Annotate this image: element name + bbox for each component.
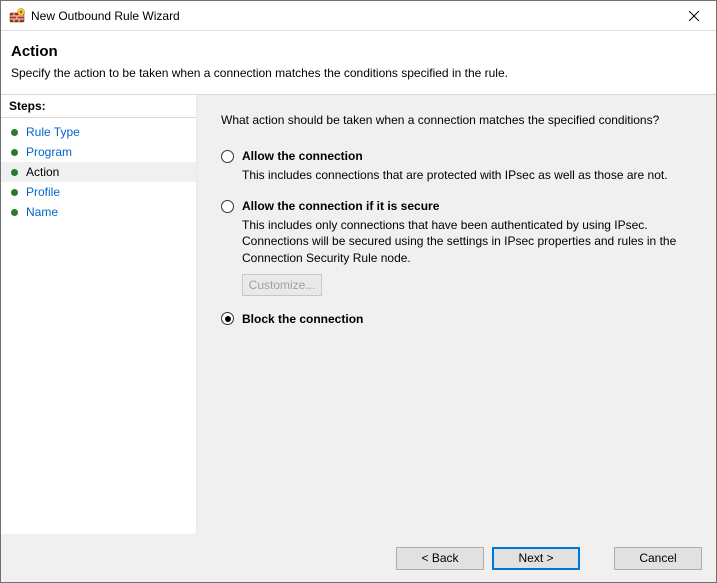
option-row[interactable]: Block the connection <box>221 312 684 326</box>
option-title: Allow the connection if it is secure <box>242 199 439 213</box>
step-label: Rule Type <box>26 125 80 139</box>
steps-sidebar: Steps: Rule Type Program Action Profile <box>1 95 197 534</box>
option-desc: This includes only connections that have… <box>242 217 682 266</box>
wizard-content: What action should be taken when a conne… <box>197 95 716 534</box>
wizard-footer: < Back Next > Cancel <box>1 534 716 582</box>
option-title: Allow the connection <box>242 149 363 163</box>
wizard-body: Steps: Rule Type Program Action Profile <box>1 95 716 534</box>
option-block: Block the connection <box>221 312 684 326</box>
step-rule-type[interactable]: Rule Type <box>1 122 196 142</box>
step-bullet-icon <box>11 189 18 196</box>
option-row[interactable]: Allow the connection <box>221 149 684 163</box>
wizard-header: Action Specify the action to be taken wh… <box>1 31 716 95</box>
window-title: New Outbound Rule Wizard <box>31 9 671 23</box>
option-title: Block the connection <box>242 312 363 326</box>
step-label: Name <box>26 205 58 219</box>
step-label: Action <box>26 165 59 179</box>
customize-button: Customize... <box>242 274 322 296</box>
step-label: Profile <box>26 185 60 199</box>
radio-block[interactable] <box>221 312 234 325</box>
cancel-button[interactable]: Cancel <box>614 547 702 570</box>
titlebar: New Outbound Rule Wizard <box>1 1 716 31</box>
wizard-window: New Outbound Rule Wizard Action Specify … <box>0 0 717 583</box>
next-button[interactable]: Next > <box>492 547 580 570</box>
radio-allow[interactable] <box>221 150 234 163</box>
step-program[interactable]: Program <box>1 142 196 162</box>
steps-title: Steps: <box>1 95 196 118</box>
option-row[interactable]: Allow the connection if it is secure <box>221 199 684 213</box>
option-allow: Allow the connection This includes conne… <box>221 149 684 183</box>
step-profile[interactable]: Profile <box>1 182 196 202</box>
page-subtitle: Specify the action to be taken when a co… <box>11 66 706 80</box>
step-bullet-icon <box>11 169 18 176</box>
close-button[interactable] <box>671 1 716 31</box>
close-icon <box>689 11 699 21</box>
back-button[interactable]: < Back <box>396 547 484 570</box>
content-prompt: What action should be taken when a conne… <box>221 113 684 127</box>
step-name[interactable]: Name <box>1 202 196 222</box>
radio-allow-secure[interactable] <box>221 200 234 213</box>
step-bullet-icon <box>11 209 18 216</box>
step-action[interactable]: Action <box>1 162 196 182</box>
steps-list: Rule Type Program Action Profile Name <box>1 118 196 222</box>
step-bullet-icon <box>11 129 18 136</box>
option-allow-secure: Allow the connection if it is secure Thi… <box>221 199 684 296</box>
step-bullet-icon <box>11 149 18 156</box>
option-desc: This includes connections that are prote… <box>242 167 682 183</box>
page-title: Action <box>11 43 706 60</box>
step-label: Program <box>26 145 72 159</box>
firewall-icon <box>9 8 25 24</box>
